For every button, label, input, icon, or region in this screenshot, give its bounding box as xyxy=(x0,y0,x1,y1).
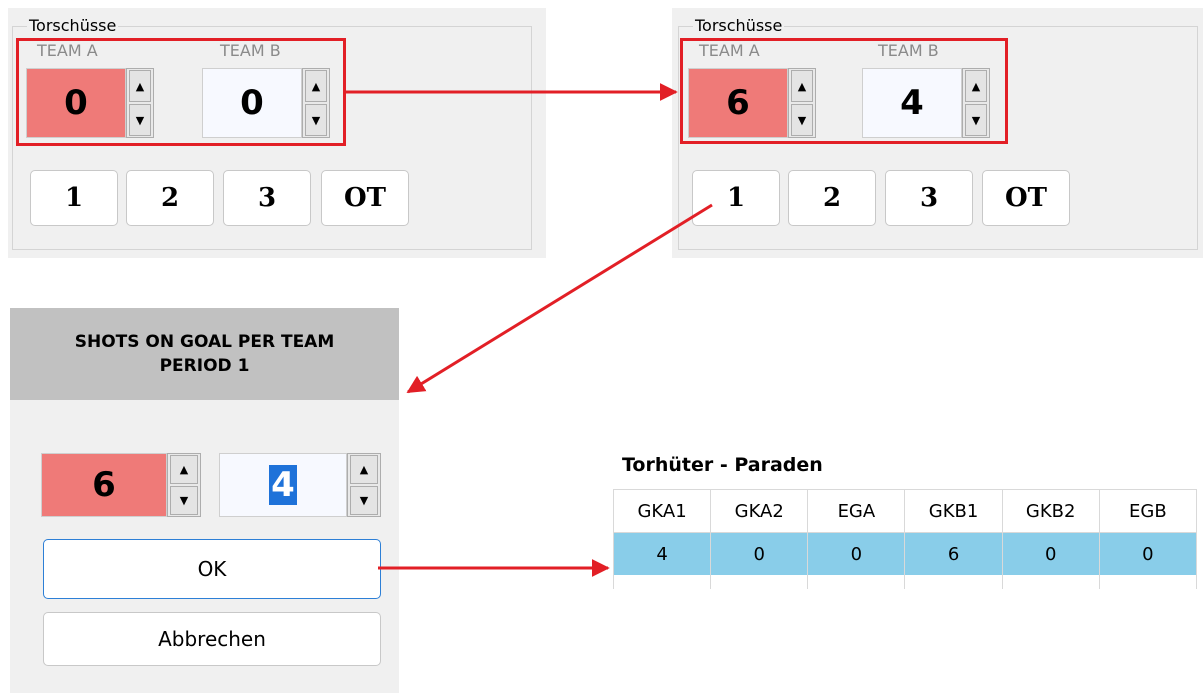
annotation-arrows xyxy=(346,83,713,577)
arrow-period-to-dialog xyxy=(406,203,713,394)
